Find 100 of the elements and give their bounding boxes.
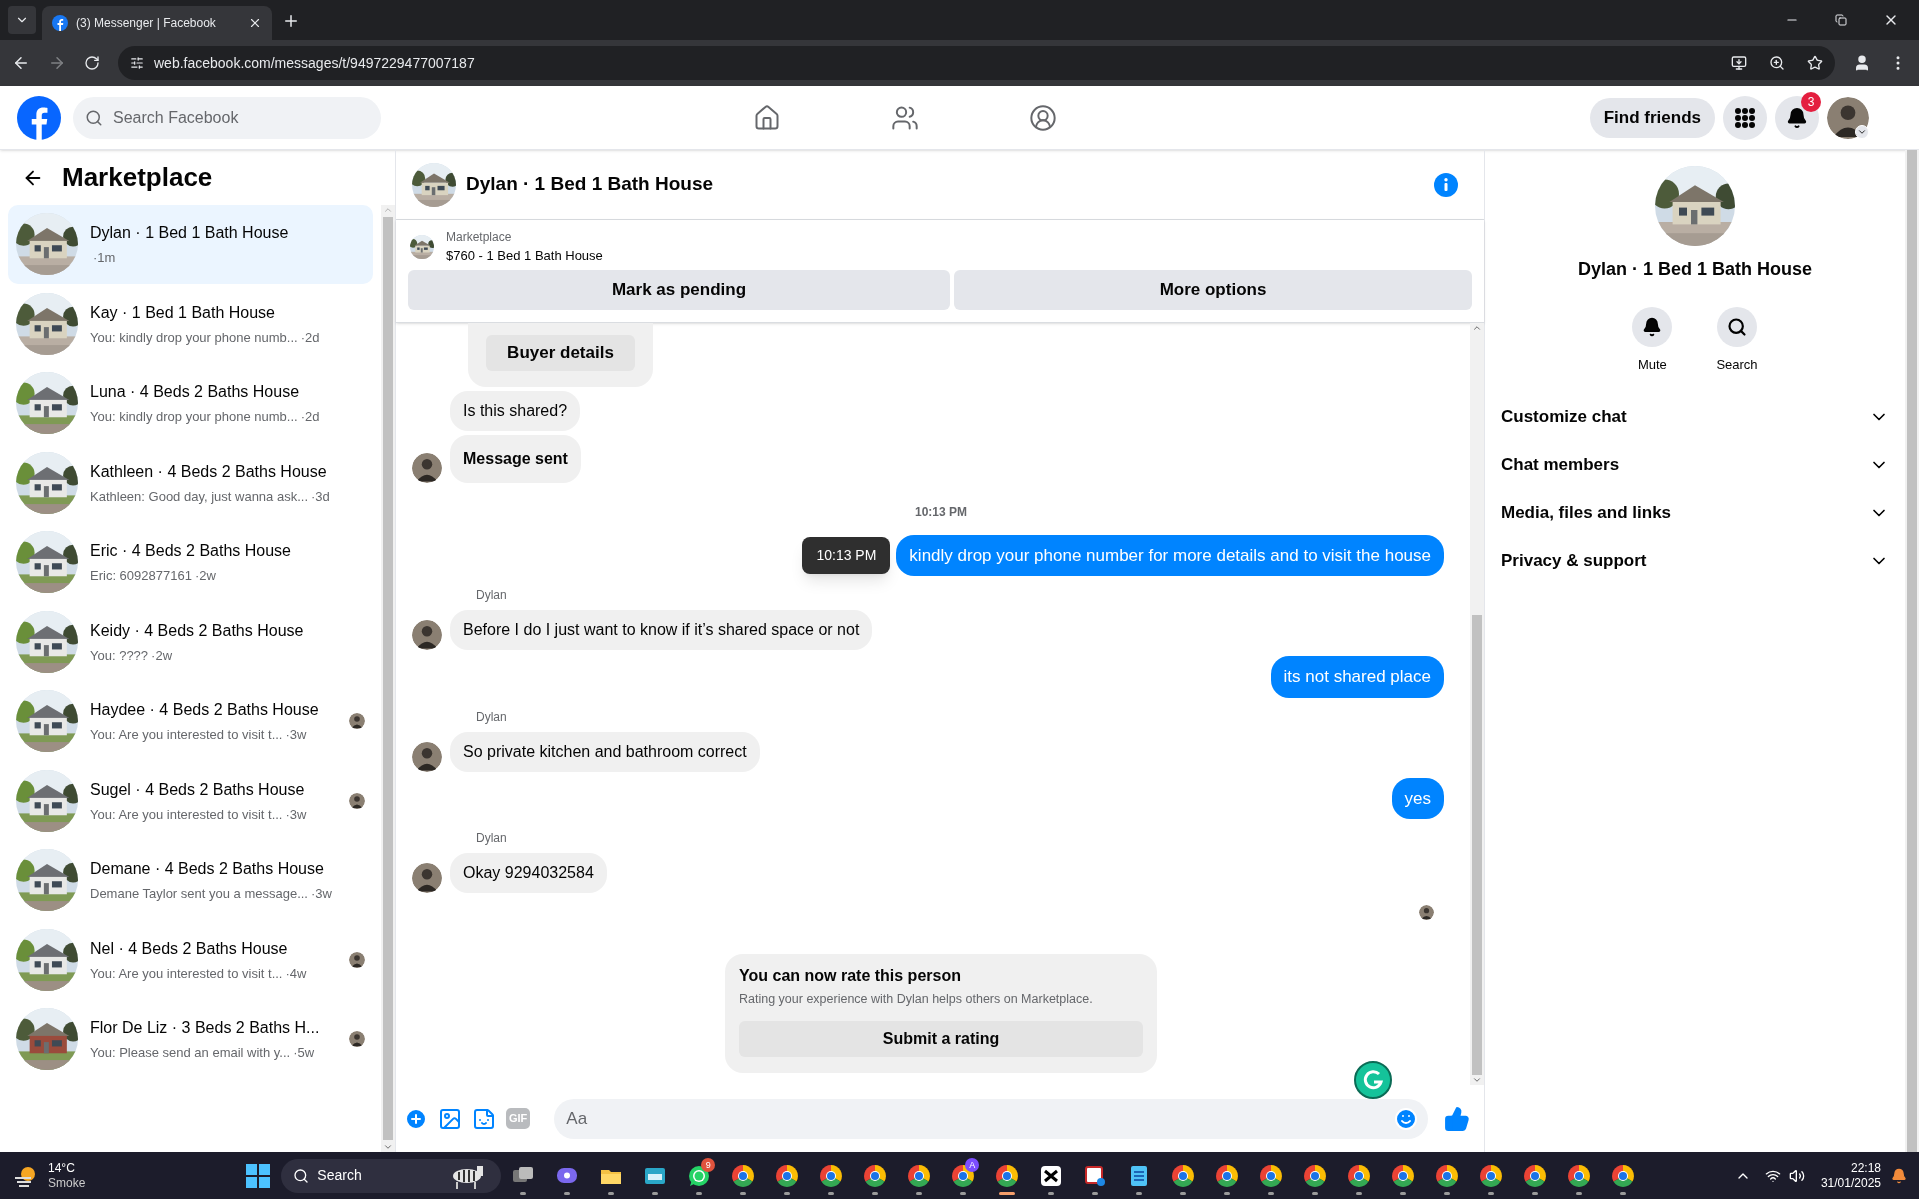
message-bubble: Is this shared? xyxy=(450,390,581,431)
browser-icon xyxy=(1479,1163,1504,1188)
conversation-item[interactable]: Luna · 4 Beds 2 Baths House You: kindly drop your phone numb... ·2d xyxy=(8,364,373,443)
seen-avatar xyxy=(1419,905,1434,920)
browser-icon xyxy=(1303,1163,1328,1188)
running-indicator xyxy=(1136,1191,1143,1195)
notification-badge: 3 xyxy=(1801,91,1821,112)
profile-avatar xyxy=(1827,96,1869,139)
groups-icon[interactable] xyxy=(1029,103,1058,132)
start-icon[interactable] xyxy=(245,1162,272,1189)
conversation-title: Haydee · 4 Beds 2 Baths House xyxy=(90,700,320,720)
back-icon[interactable] xyxy=(12,54,30,72)
taskbar-search[interactable]: Search xyxy=(281,1158,502,1193)
conversation-item[interactable]: Kay · 1 Bed 1 Bath House You: kindly drop your phone numb... ·2d xyxy=(8,284,373,363)
browser-tab[interactable]: (3) Messenger | Facebook xyxy=(42,6,272,40)
info-icon[interactable] xyxy=(1434,172,1458,197)
menu-button[interactable] xyxy=(1723,95,1767,140)
sticker-icon[interactable] xyxy=(472,1106,496,1131)
conversation-item[interactable]: Flor De Liz · 3 Beds 2 Baths H... You: Please send an email with y... ·5w xyxy=(8,1000,373,1079)
logo-icon[interactable] xyxy=(17,95,61,140)
url-text: web.facebook.com/messages/t/9497229477007187 xyxy=(154,53,476,73)
seen-avatar xyxy=(349,1031,365,1048)
listing-action-button[interactable]: Mark as pending xyxy=(408,269,950,310)
browser-icon xyxy=(819,1163,844,1188)
scrollbar-thumb[interactable] xyxy=(1472,615,1482,1075)
message-bubble: Before I do I just want to know if it’s shared space or not xyxy=(450,610,873,650)
scroll-down-icon[interactable] xyxy=(1472,1075,1482,1085)
photo-icon[interactable] xyxy=(438,1106,462,1131)
conversation-title: Luna · 4 Beds 2 Baths House xyxy=(90,382,301,402)
browser-icon xyxy=(775,1163,800,1188)
section-header[interactable]: Media, files and links xyxy=(1493,488,1897,537)
bell-icon xyxy=(1786,106,1808,129)
assistant-icon xyxy=(1354,1061,1392,1099)
section-header[interactable]: Privacy & support xyxy=(1493,536,1897,585)
taskbar-app[interactable]: A xyxy=(945,1155,982,1196)
message-field[interactable]: Aa xyxy=(554,1098,1428,1139)
weather-text: Smoke xyxy=(48,1175,86,1191)
conversation-item[interactable]: Kathleen · 4 Beds 2 Baths House Kathleen: Good day, just wanna ask... ·3d xyxy=(8,443,373,522)
scroll-down-icon[interactable] xyxy=(383,1142,393,1152)
browser-icon xyxy=(1567,1163,1592,1188)
section-header[interactable]: Chat members xyxy=(1493,440,1897,489)
browser-icon xyxy=(1523,1163,1548,1188)
temperature: 14°C xyxy=(48,1160,76,1176)
message-bubble: kindly drop your phone number for more details and to visit the house xyxy=(896,534,1444,576)
buyer-details-button[interactable]: Buyer details xyxy=(486,334,635,371)
zoom-icon[interactable] xyxy=(1769,55,1785,71)
message-time: ·2w xyxy=(151,646,173,665)
browser-icon xyxy=(1215,1163,1240,1188)
conversation-item[interactable]: Demane · 4 Beds 2 Baths House Demane Taylor sent you a message... ·3w xyxy=(8,841,373,920)
message-time: ·5w xyxy=(293,1044,315,1062)
clock-time: 22:18 xyxy=(1850,1160,1881,1176)
search-field[interactable]: Search Facebook xyxy=(73,96,381,139)
reload-icon[interactable] xyxy=(84,55,100,71)
new-tab-icon[interactable] xyxy=(282,12,300,30)
find-friends-button[interactable]: Find friends xyxy=(1589,97,1715,138)
conversation-item[interactable]: Sugel · 4 Beds 2 Baths House You: Are you interested to visit t... ·3w xyxy=(8,761,373,840)
install-icon[interactable] xyxy=(1731,55,1747,71)
conversation-item[interactable]: Nel · 4 Beds 2 Baths House You: Are you interested to visit t... ·4w xyxy=(8,920,373,999)
scrollbar-thumb[interactable] xyxy=(383,217,393,1140)
taskbar-app[interactable]: 9 xyxy=(681,1155,718,1196)
sender-name: Dylan xyxy=(476,831,507,845)
restore-icon[interactable] xyxy=(1835,14,1847,26)
running-indicator xyxy=(1048,1191,1055,1195)
notifications-button[interactable]: 3 xyxy=(1775,95,1819,140)
message-preview: You: kindly drop your phone numb... xyxy=(90,328,298,347)
message-time: ·2d xyxy=(300,408,320,426)
profile-icon[interactable] xyxy=(1853,54,1871,72)
running-indicator xyxy=(608,1191,615,1195)
rating-text: Rating your experience with Dylan helps others on Marketplace. xyxy=(739,991,1094,1008)
listing-action-button[interactable]: More options xyxy=(954,269,1472,310)
message-preview: You: Are you interested to visit t... xyxy=(90,964,283,983)
browser-icon xyxy=(863,1163,888,1188)
search-button[interactable] xyxy=(1717,307,1757,347)
conversation-item[interactable]: Eric · 4 Beds 2 Baths House Eric: 6092877161 ·2w xyxy=(8,523,373,602)
browser-icon xyxy=(1171,1163,1196,1188)
close-tab-icon[interactable] xyxy=(248,16,262,30)
time-tooltip: 10:13 PM xyxy=(802,536,891,574)
scissors-icon xyxy=(1039,1163,1064,1188)
conversation-item[interactable]: Haydee · 4 Beds 2 Baths House You: Are you interested to visit t... ·3w xyxy=(8,682,373,761)
bell-icon xyxy=(1642,317,1663,337)
browser-icon xyxy=(1611,1163,1636,1188)
site-info-icon xyxy=(130,56,144,70)
search-icon xyxy=(1727,317,1747,337)
message-time: ·3w xyxy=(285,726,307,744)
message-time: ·2w xyxy=(194,567,216,585)
like-icon[interactable] xyxy=(1444,1105,1470,1132)
chat-title: Dylan · 1 Bed 1 Bath House xyxy=(466,172,715,197)
message-bubble: Message sent xyxy=(450,434,581,483)
timestamp: 10:13 PM xyxy=(915,503,967,521)
notification-icon[interactable] xyxy=(1891,1167,1907,1184)
submit-rating-button[interactable]: Submit a rating xyxy=(739,1020,1143,1057)
mute-button[interactable] xyxy=(1632,307,1673,347)
forward-icon[interactable] xyxy=(48,54,66,72)
conversation-item[interactable]: Keidy · 4 Beds 2 Baths House You: ???? ·2w xyxy=(8,602,373,681)
address-bar[interactable]: web.facebook.com/messages/t/9497229477007187 xyxy=(118,46,1835,80)
volume-icon[interactable] xyxy=(1788,1167,1805,1184)
conversation-item[interactable]: Dylan · 1 Bed 1 Bath House ·1m xyxy=(8,205,373,284)
section-header[interactable]: Customize chat xyxy=(1493,392,1897,441)
bookmark-icon[interactable] xyxy=(1807,55,1823,71)
browser-icon xyxy=(995,1163,1020,1188)
